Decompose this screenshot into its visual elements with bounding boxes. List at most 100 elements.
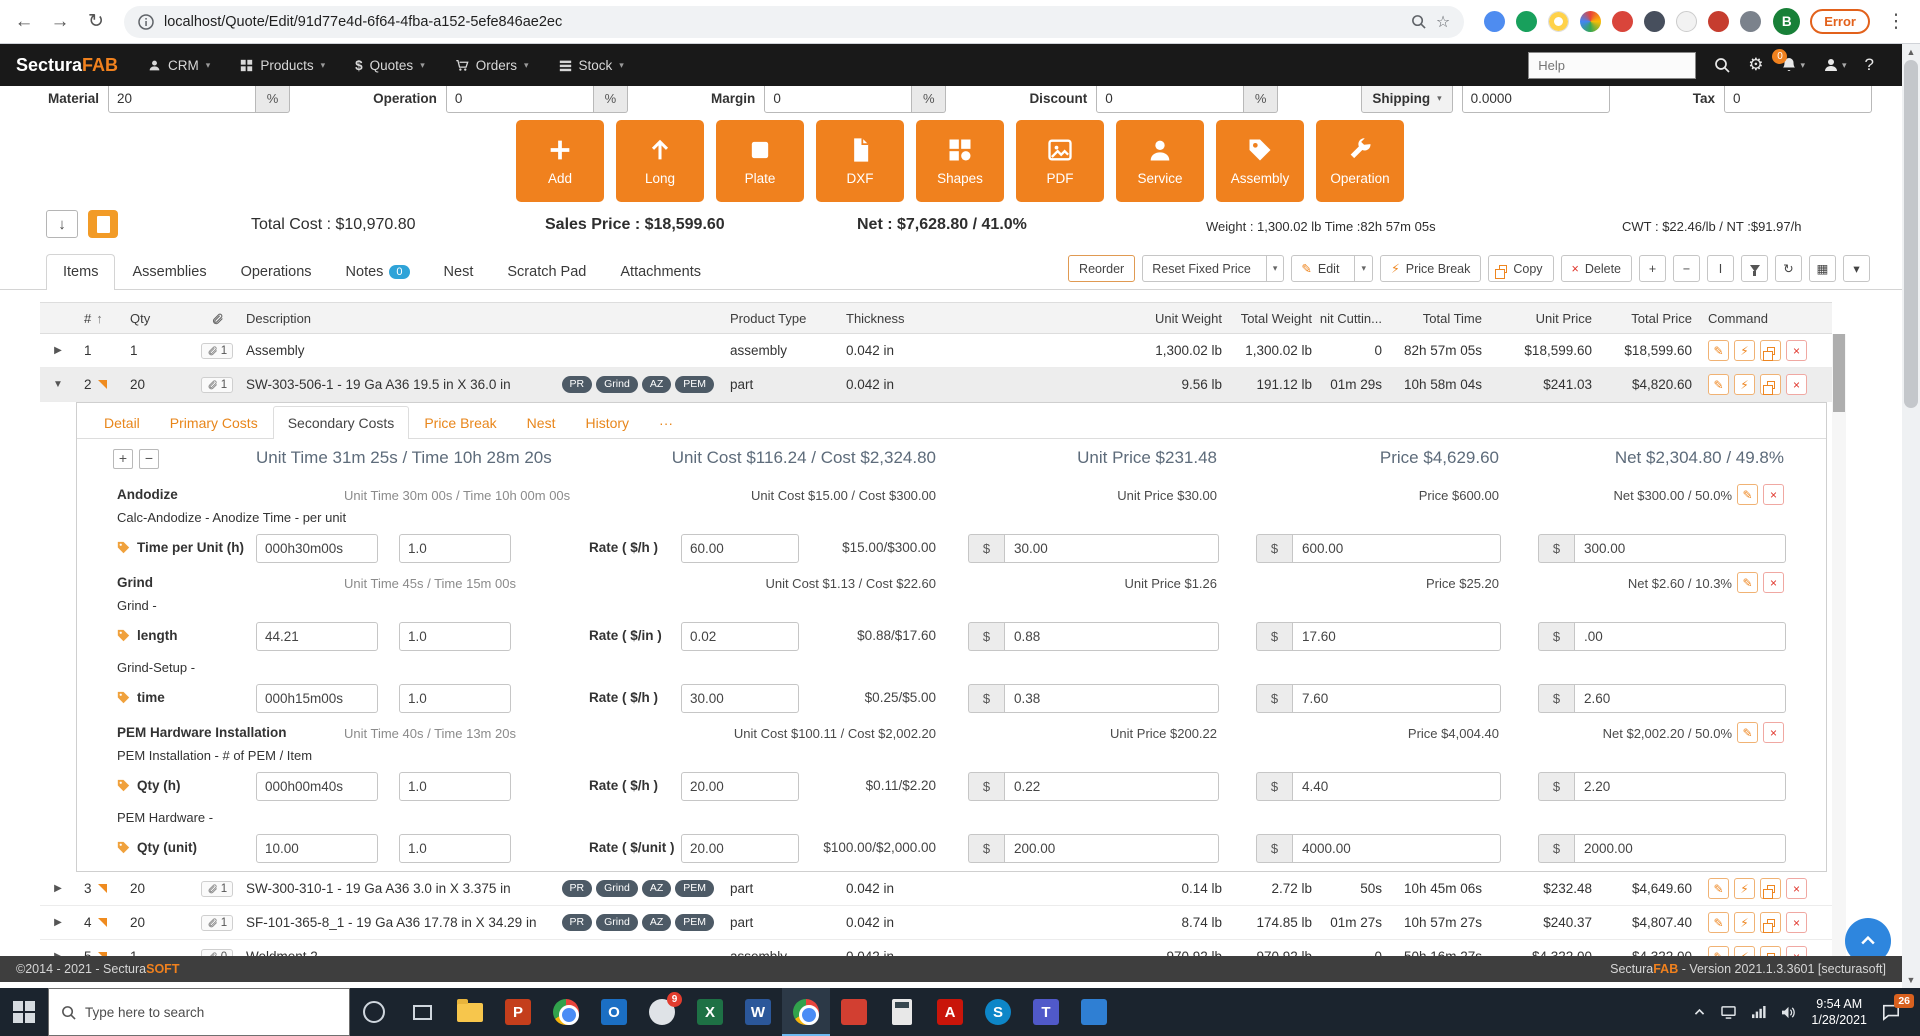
notifying-app-button[interactable]: 9 [638, 988, 686, 1036]
num-column-header[interactable]: #↑ [76, 303, 122, 333]
discount-input[interactable] [1096, 86, 1244, 113]
extensions-puzzle-icon[interactable] [1740, 11, 1761, 32]
extension-icon[interactable] [1708, 11, 1729, 32]
grid-scrollbar-thumb[interactable] [1833, 334, 1845, 412]
copy-row-button[interactable] [1760, 912, 1781, 933]
chrome-button[interactable] [542, 988, 590, 1036]
tab-scratch-pad[interactable]: Scratch Pad [490, 254, 603, 290]
delete-section-button[interactable]: × [1763, 572, 1784, 593]
attachments-count[interactable]: 1 [201, 377, 233, 393]
qty-factor-input[interactable] [399, 534, 511, 563]
qty-factor-input[interactable] [399, 834, 511, 863]
tab-notes[interactable]: Notes0 [329, 254, 427, 290]
more-options-button[interactable]: ▾ [1843, 255, 1870, 282]
pc-icon[interactable] [1721, 1006, 1736, 1019]
price-input[interactable] [1292, 834, 1501, 863]
copy-row-button[interactable] [1760, 878, 1781, 899]
qty-unit-input[interactable] [256, 834, 378, 863]
menu-crm[interactable]: CRM▾ [148, 58, 210, 73]
reset-fixed-price-button[interactable]: Reset Fixed Price▾ [1142, 255, 1284, 282]
unit-price-input[interactable] [1004, 834, 1219, 863]
delete-section-button[interactable]: × [1763, 722, 1784, 743]
length-value-input[interactable] [256, 622, 378, 651]
unit-cutting-column-header[interactable]: Unit Cuttin... [1320, 303, 1390, 333]
pdf-button[interactable]: PDF [1016, 120, 1104, 202]
taskbar-clock[interactable]: 9:54 AM 1/28/2021 [1811, 996, 1867, 1029]
attachments-count[interactable]: 1 [201, 343, 233, 359]
price-input[interactable] [1292, 684, 1501, 713]
app-logo[interactable]: SecturaFAB [16, 55, 118, 76]
tab-attachments[interactable]: Attachments [603, 254, 718, 290]
user-account-icon[interactable]: ▾ [1823, 57, 1847, 73]
copy-row-button[interactable] [1760, 340, 1781, 361]
unit-price-input[interactable] [1004, 772, 1219, 801]
product-type-column-header[interactable]: Product Type [722, 303, 838, 333]
tab-primary-costs[interactable]: Primary Costs [155, 406, 273, 439]
scrollbar-down-arrow[interactable]: ▼ [1902, 972, 1920, 988]
edit-row-button[interactable]: ✎ [1708, 340, 1729, 361]
price-break-row-button[interactable]: ⚡ [1734, 912, 1755, 933]
help-question-icon[interactable]: ? [1865, 55, 1874, 75]
outlook-button[interactable]: O [590, 988, 638, 1036]
tab-operations[interactable]: Operations [224, 254, 329, 290]
price-input[interactable] [1292, 772, 1501, 801]
net-input[interactable] [1574, 772, 1786, 801]
tray-expand-icon[interactable] [1693, 1006, 1706, 1019]
service-button[interactable]: Service [1116, 120, 1204, 202]
delete-section-button[interactable]: × [1763, 484, 1784, 505]
extension-icon[interactable] [1612, 11, 1633, 32]
site-info-icon[interactable] [138, 14, 154, 30]
qty-factor-input[interactable] [399, 622, 511, 651]
edit-section-button[interactable]: ✎ [1737, 722, 1758, 743]
assembly-button[interactable]: Assembly [1216, 120, 1304, 202]
extension-icon[interactable] [1676, 11, 1697, 32]
blue-app-button[interactable] [1070, 988, 1118, 1036]
filter-button[interactable] [1741, 255, 1768, 282]
table-row[interactable]: ▶ 3 20 1 SW-300-310-1 - 19 Ga A36 3.0 in… [40, 872, 1832, 906]
table-row-selected[interactable]: ▼ 2 20 1 SW-303-506-1 - 19 Ga A36 19.5 i… [40, 368, 1832, 402]
net-input[interactable] [1574, 622, 1786, 651]
collapse-row-icon[interactable]: ▼ [53, 379, 63, 390]
edit-section-button[interactable]: ✎ [1737, 572, 1758, 593]
volume-icon[interactable] [1781, 1006, 1796, 1019]
excel-button[interactable]: X [686, 988, 734, 1036]
attachments-column-header[interactable] [196, 303, 238, 333]
collapse-all-button[interactable]: − [139, 449, 159, 469]
delete-button[interactable]: ×Delete [1561, 255, 1632, 282]
powerpoint-button[interactable]: P [494, 988, 542, 1036]
extension-icon[interactable] [1644, 11, 1665, 32]
document-icon-button[interactable] [88, 210, 118, 238]
expand-row-icon[interactable]: ▶ [54, 917, 62, 928]
scrollbar-thumb[interactable] [1904, 60, 1918, 408]
qty-factor-input[interactable] [399, 772, 511, 801]
time-value-input[interactable] [256, 534, 378, 563]
chevron-down-icon[interactable]: ▾ [1266, 256, 1284, 281]
copy-row-button[interactable] [1760, 374, 1781, 395]
address-bar[interactable]: localhost/Quote/Edit/91d77e4d-6f64-4fba-… [124, 6, 1464, 38]
margin-input[interactable] [764, 86, 912, 113]
time-value-input[interactable] [256, 684, 378, 713]
extension-icon[interactable] [1580, 11, 1601, 32]
qty-factor-input[interactable] [399, 684, 511, 713]
tab-assemblies[interactable]: Assemblies [115, 254, 223, 290]
edit-row-button[interactable]: ✎ [1708, 878, 1729, 899]
network-icon[interactable] [1751, 1006, 1766, 1019]
expand-row-icon[interactable]: ▶ [54, 883, 62, 894]
red-app-button[interactable] [830, 988, 878, 1036]
refresh-button[interactable]: ↻ [1775, 255, 1802, 282]
tab-nest[interactable]: Nest [427, 254, 491, 290]
word-button[interactable]: W [734, 988, 782, 1036]
unit-price-input[interactable] [1004, 622, 1219, 651]
columns-button[interactable]: ▦ [1809, 255, 1836, 282]
browser-profile-avatar[interactable]: B [1773, 8, 1800, 35]
url-text[interactable]: localhost/Quote/Edit/91d77e4d-6f64-4fba-… [164, 14, 1401, 30]
extension-icon[interactable] [1484, 11, 1505, 32]
price-break-row-button[interactable]: ⚡ [1734, 340, 1755, 361]
tab-history[interactable]: History [570, 406, 644, 439]
insert-button[interactable]: I [1707, 255, 1734, 282]
notifications-bell-icon[interactable]: 0 ▾ [1781, 57, 1805, 73]
shapes-button[interactable]: Shapes [916, 120, 1004, 202]
price-input[interactable] [1292, 534, 1501, 563]
file-explorer-button[interactable] [446, 988, 494, 1036]
thickness-column-header[interactable]: Thickness [838, 303, 1140, 333]
